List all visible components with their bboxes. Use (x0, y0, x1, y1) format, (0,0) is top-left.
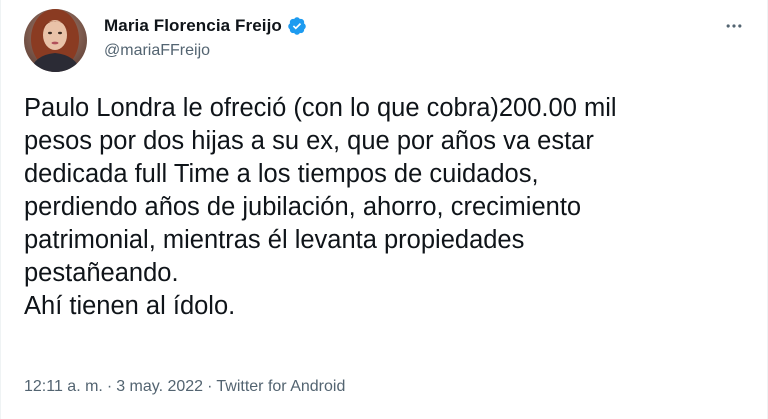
author-handle[interactable]: @mariaFFreijo (104, 42, 210, 60)
tweet-metadata: 12:11 a. m. · 3 may. 2022 · Twitter for … (24, 378, 345, 396)
tweet-card: Maria Florencia Freijo @mariaFFreijo Pau… (0, 0, 768, 419)
avatar[interactable] (24, 9, 87, 72)
more-options-icon (726, 24, 742, 28)
meta-separator-2: · (207, 378, 213, 395)
verified-badge-icon (287, 16, 307, 36)
tweet-text: Paulo Londra le ofreció (con lo que cobr… (24, 94, 617, 320)
tweet-source-link[interactable]: Twitter for Android (216, 378, 345, 396)
meta-separator: · (106, 378, 113, 395)
author-name-row[interactable]: Maria Florencia Freijo (104, 14, 307, 38)
profile-photo-icon (24, 9, 87, 72)
tweet-date-link[interactable]: 3 may. 2022 (116, 378, 203, 396)
tweet-timestamp-link[interactable]: 12:11 a. m. (24, 378, 103, 396)
more-options-button[interactable] (719, 11, 749, 41)
author-display-name[interactable]: Maria Florencia Freijo (104, 16, 282, 36)
